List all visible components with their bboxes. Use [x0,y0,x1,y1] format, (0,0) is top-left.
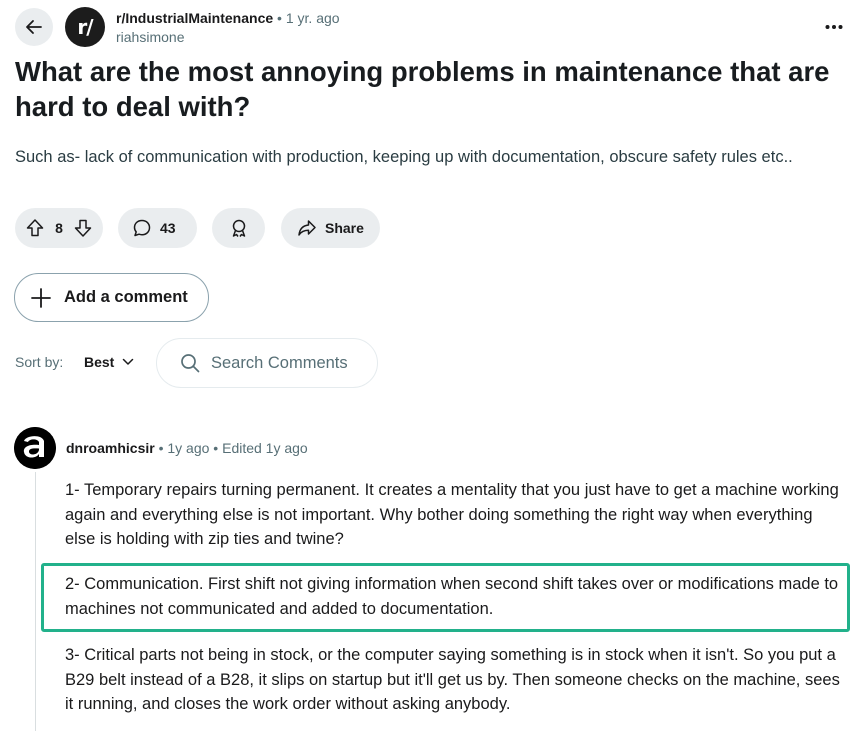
comment-count: 43 [160,220,176,236]
award-button[interactable] [212,208,265,248]
downvote-button[interactable] [73,218,93,238]
post-meta: r/IndustrialMaintenance • 1 yr. ago riah… [116,9,340,47]
add-comment-button[interactable]: Add a comment [14,273,209,322]
plus-icon [31,287,51,308]
downvote-icon [74,219,92,237]
search-icon [181,354,200,373]
subreddit-avatar-text: r/ [77,15,93,39]
back-button[interactable] [15,8,53,46]
search-comments-input[interactable]: Search Comments [156,338,378,388]
comment-paragraph: 1- Temporary repairs turning permanent. … [65,481,839,548]
add-comment-label: Add a comment [64,288,188,306]
share-button[interactable]: Share [281,208,380,248]
vote-bar: 8 [15,208,103,248]
post-body: Such as- lack of communication with prod… [15,148,793,166]
award-icon [232,219,245,237]
back-arrow-icon [26,20,42,34]
subreddit-link[interactable]: r/IndustrialMaintenance [116,10,273,26]
subreddit-avatar[interactable]: r/ [65,7,105,47]
share-label: Share [325,220,364,236]
comment-author-avatar[interactable] [14,427,56,469]
comments-button[interactable]: 43 [118,208,197,248]
comment-time: • 1y ago • Edited 1y ago [158,440,308,456]
highlight-box [41,563,850,632]
chevron-down-icon [123,358,134,365]
upvote-icon [26,219,44,237]
sort-label: Sort by: [15,354,64,370]
meta-separator: • [277,10,282,26]
more-options-button[interactable] [825,18,843,30]
sort-dropdown[interactable]: Best [84,354,134,370]
post-title: What are the most annoying problems in m… [15,56,830,122]
comment-meta: dnroamhicsir • 1y ago • Edited 1y ago [66,439,308,457]
more-options-icon [825,25,843,29]
comment-icon [133,219,151,237]
search-placeholder: Search Comments [211,353,348,372]
post-author[interactable]: riahsimone [116,28,340,47]
comment-paragraph: 3- Critical parts not being in stock, or… [65,646,840,713]
avatar-a-logo [14,427,56,469]
post-age: 1 yr. ago [285,10,340,26]
vote-count: 8 [55,220,63,236]
comment-author[interactable]: dnroamhicsir [66,440,155,456]
share-icon [298,220,316,236]
thread-line[interactable] [35,472,36,731]
sort-value: Best [84,354,115,370]
upvote-button[interactable] [25,218,45,238]
